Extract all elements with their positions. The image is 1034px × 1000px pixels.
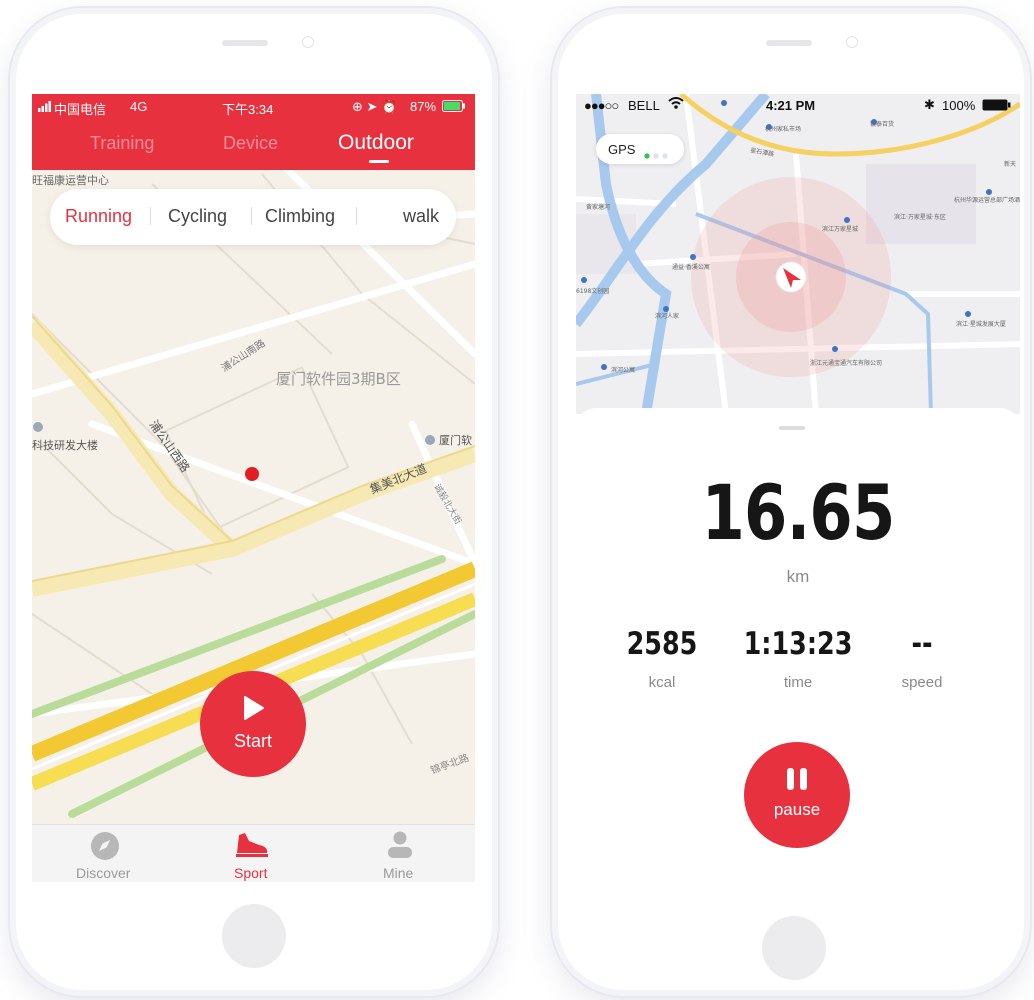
pause-button[interactable]: pause [744, 742, 850, 848]
person-icon [388, 831, 412, 858]
divider [356, 207, 357, 225]
wifi-icon [668, 97, 684, 112]
map-label: 滨河人家 [655, 312, 679, 320]
speaker-grille [766, 40, 812, 46]
map-label: 滨江·万家星城·东区 [894, 213, 946, 221]
bottom-tab-mine[interactable]: Mine [372, 825, 442, 882]
clock-text: 4:21 PM [766, 98, 816, 113]
start-button-label: Start [233, 731, 272, 751]
speaker-grille [222, 40, 268, 46]
distance-unit: km [786, 567, 810, 586]
divider [150, 207, 151, 225]
carrier-text: 中国电信 [54, 102, 107, 117]
map-label: 新天 [1004, 160, 1016, 168]
pause-button-label: pause [773, 800, 821, 819]
sport-type-walk[interactable]: walk [403, 206, 439, 227]
map-label: 6198文创园 [576, 287, 609, 295]
sport-type-climbing[interactable]: Climbing [265, 206, 335, 227]
bluetooth-icon: ✱ [924, 97, 935, 112]
map-label-poi-right: 厦门软 [439, 433, 472, 447]
time-value: 1:13:23 [743, 626, 853, 662]
gps-status-pill: GPS [596, 134, 684, 164]
alarm-icon: ⊕ ➤ ⏰ [352, 99, 398, 114]
map-label: 杭州家私市场 [765, 125, 801, 133]
bottom-tab-discover[interactable]: Discover [72, 825, 142, 882]
tab-active-indicator [369, 160, 389, 163]
front-camera [302, 36, 314, 48]
speed-value: -- [911, 626, 933, 662]
compass-icon [91, 832, 119, 860]
status-bar: 中国电信 4G 下午3:34 ⊕ ➤ ⏰ 87% [32, 94, 475, 118]
left-screen: 旺福康运营中心 厦门软件园3期B区 集美北大道 浦公山西路 浦公山南路 科技研发… [32, 94, 475, 882]
bottom-tab-bar: Discover Sport Mine [32, 824, 475, 882]
clock-text: 下午3:34 [222, 102, 274, 117]
map-label: 杭州华源运营总部广场酒店 [954, 196, 1020, 204]
tab-outdoor[interactable]: Outdoor [338, 131, 414, 155]
drag-handle[interactable] [779, 426, 805, 430]
bottom-tab-mine-label: Mine [383, 865, 414, 881]
map-label-top: 旺福康运营中心 [32, 173, 109, 187]
divider [251, 207, 252, 225]
battery-percent: 100% [942, 98, 976, 113]
signal-icon [38, 100, 52, 115]
battery-icon [982, 99, 1012, 114]
top-navigation: 中国电信 4G 下午3:34 ⊕ ➤ ⏰ 87% Training Device… [32, 94, 475, 170]
sport-type-selector: Running Cycling Climbing walk [50, 189, 456, 245]
workout-stats-panel: 16.65 km 2585 kcal 1:13:23 time -- speed… [576, 408, 1020, 884]
signal-dots-icon: ●●●○○ [584, 98, 619, 113]
home-button[interactable] [762, 916, 826, 980]
front-camera [846, 36, 858, 48]
play-icon [244, 696, 264, 720]
map-label-poi-left: 科技研发大楼 [32, 438, 98, 452]
distance-value: 16.65 [701, 468, 895, 557]
gps-label: GPS [608, 142, 636, 157]
right-screen: 杭州家私市场 银泰百货 星石潭路 黄家塘河 滨江万家星城 滨江·万家星城·东区 … [576, 94, 1020, 884]
map-label: 银泰百货 [870, 120, 894, 128]
bottom-tab-sport[interactable]: Sport [218, 825, 288, 882]
map-label-area: 厦门软件园3期B区 [276, 370, 401, 388]
map-label: 黄家塘河 [586, 203, 610, 211]
map-label: 滨江·星城发展大厦 [956, 320, 1006, 328]
status-bar: ●●●○○ BELL 4:21 PM ✱ 100% [576, 94, 1020, 116]
battery-icon [442, 100, 466, 115]
tab-training[interactable]: Training [90, 133, 154, 154]
bottom-tab-sport-label: Sport [234, 865, 268, 881]
time-label: time [783, 674, 813, 691]
home-button[interactable] [222, 904, 286, 968]
sport-type-running[interactable]: Running [65, 206, 132, 227]
calories-label: kcal [648, 674, 676, 691]
map-label: 滨江万家星城 [822, 225, 858, 233]
map-label: 浙江元通宝通汽车有限公司 [810, 359, 882, 367]
pause-icon [787, 768, 807, 790]
speed-label: speed [901, 674, 943, 691]
start-button[interactable]: Start [200, 671, 306, 777]
sport-type-cycling[interactable]: Cycling [168, 206, 227, 227]
calories-value: 2585 [626, 626, 698, 662]
map-label: 通益·香溪公寓 [672, 263, 710, 271]
tab-device[interactable]: Device [223, 133, 278, 154]
carrier-text: BELL [628, 98, 660, 113]
bottom-tab-discover-label: Discover [76, 865, 131, 881]
gps-signal-dots [644, 147, 674, 162]
map-label: 滨河公寓 [611, 366, 635, 374]
running-shoe-icon [236, 833, 268, 857]
network-text: 4G [130, 99, 148, 114]
battery-percent: 87% [410, 99, 437, 114]
